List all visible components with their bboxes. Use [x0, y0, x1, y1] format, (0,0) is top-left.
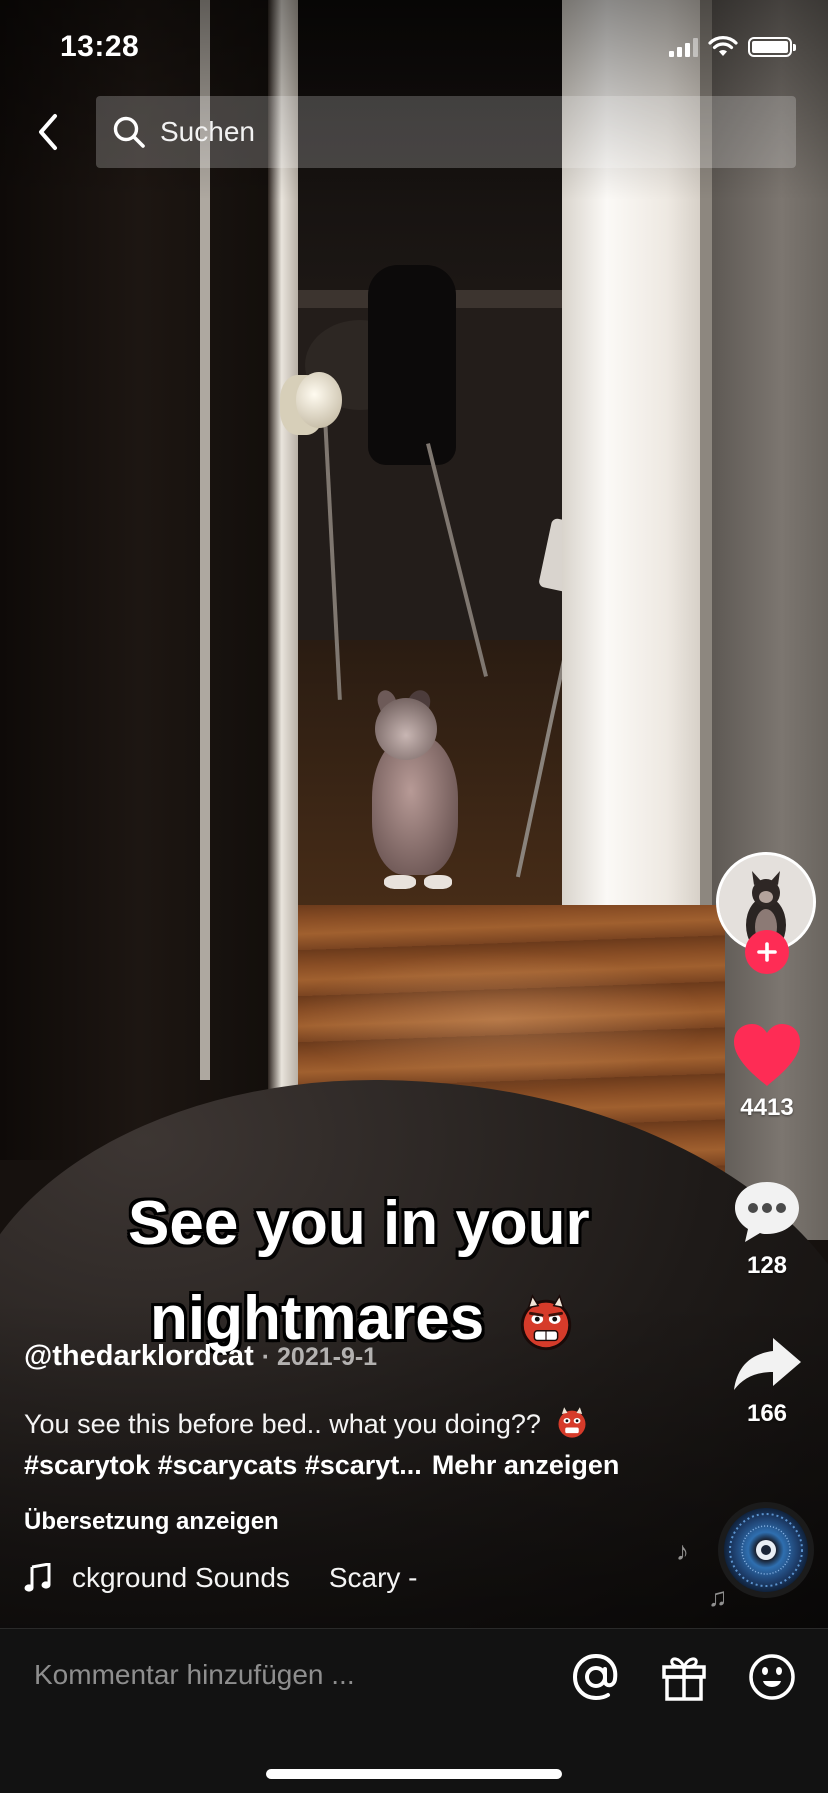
author-username[interactable]: @thedarklordcat [24, 1340, 254, 1372]
sound-disc-artwork-icon [729, 1513, 803, 1587]
gift-button[interactable] [658, 1651, 710, 1703]
smiley-icon [749, 1654, 795, 1700]
scene-cat-paw [384, 875, 416, 889]
music-note-icon [24, 1563, 51, 1592]
comment-bar: Kommentar hinzufügen ... [0, 1628, 828, 1793]
at-sign-icon [572, 1653, 618, 1701]
video-frame[interactable] [0, 0, 828, 1630]
video-text-overlay-line-1: See you in your [128, 1189, 590, 1258]
comment-input[interactable]: Kommentar hinzufügen ... [34, 1659, 355, 1691]
gift-icon [662, 1657, 706, 1701]
mention-button[interactable] [570, 1651, 622, 1703]
hashtags[interactable]: #scarytok #scarycats #scaryt... [24, 1450, 422, 1480]
show-more-link[interactable]: Mehr anzeigen [432, 1450, 620, 1480]
search-label: Suchen [160, 116, 255, 147]
battery-icon [748, 37, 796, 57]
post-date: · 2021-9-1 [261, 1343, 378, 1371]
comment-button[interactable]: 128 [726, 1178, 808, 1280]
music-note-icon: ♪ [676, 1536, 689, 1566]
scene-coat [368, 265, 456, 465]
comment-count: 128 [746, 1252, 788, 1279]
hashtag-line: #scarytok #scarycats #scaryt... Mehr anze… [24, 1450, 619, 1481]
scene-cat-head [375, 698, 437, 760]
like-button[interactable]: 4413 [726, 1022, 808, 1122]
ogre-emoji-icon [558, 1407, 586, 1438]
ogre-emoji-icon [521, 1293, 572, 1350]
like-count: 4413 [740, 1094, 794, 1121]
emoji-button[interactable] [746, 1651, 798, 1703]
chevron-left-icon [39, 114, 57, 150]
scene-cat-paw [424, 875, 452, 889]
music-row[interactable]: ckground Sounds Scary - [24, 1562, 492, 1594]
sound-disc[interactable] [718, 1502, 814, 1598]
description-text: You see this before bed.. what you doing… [24, 1409, 541, 1439]
wifi-icon [708, 36, 738, 56]
scene-door-knob [296, 372, 342, 428]
show-translation-link[interactable]: Übersetzung anzeigen [24, 1508, 279, 1536]
author-line: @thedarklordcat · 2021-9-1 [24, 1340, 377, 1373]
cellular-signal-icon [669, 37, 698, 57]
follow-button[interactable] [745, 930, 789, 974]
heart-icon [734, 1024, 800, 1086]
status-time: 13:28 [60, 30, 140, 63]
music-title: ckground Sounds Scary - [72, 1562, 418, 1593]
share-arrow-icon [734, 1338, 801, 1390]
music-note-icon: ♫ [708, 1582, 728, 1612]
status-icons [669, 36, 796, 58]
post-description: You see this before bed.. what you doing… [24, 1405, 590, 1441]
back-button[interactable] [28, 108, 68, 156]
search-icon [113, 116, 145, 148]
share-button[interactable]: 166 [726, 1334, 808, 1428]
comment-bubble-icon [735, 1182, 799, 1242]
share-count: 166 [746, 1400, 788, 1427]
plus-icon [757, 942, 777, 962]
search-bar[interactable]: Suchen [96, 96, 796, 168]
home-indicator[interactable] [266, 1769, 562, 1779]
scene-floor-shine [290, 950, 710, 1090]
